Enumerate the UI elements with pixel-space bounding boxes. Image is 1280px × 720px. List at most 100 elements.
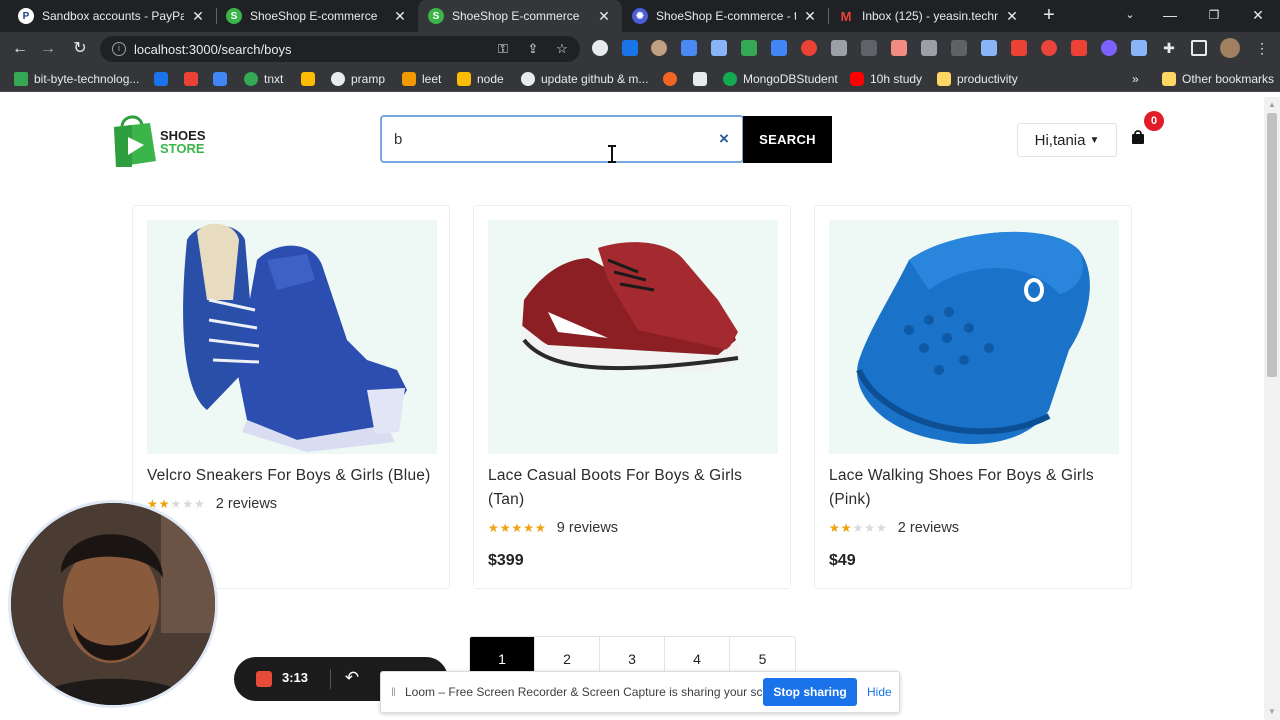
camera-extension-icon[interactable] xyxy=(921,40,937,56)
undo-icon[interactable]: ↶ xyxy=(342,667,362,689)
bookmark-item[interactable]: 10h study xyxy=(850,70,922,88)
hide-button[interactable]: Hide xyxy=(867,685,892,699)
bookmark-item[interactable] xyxy=(213,70,233,88)
profile-avatar[interactable] xyxy=(1220,38,1240,58)
drag-handle-icon[interactable]: ‖ xyxy=(391,685,396,699)
product-image[interactable] xyxy=(488,220,778,454)
product-image[interactable] xyxy=(147,220,437,454)
tab-close-icon[interactable]: ✕ xyxy=(596,8,612,25)
controls-divider xyxy=(330,669,331,689)
product-name[interactable]: Lace Casual Boots For Boys & Girls (Tan) xyxy=(488,464,780,512)
bookmark-item[interactable]: pramp xyxy=(331,70,385,88)
extension-icon[interactable] xyxy=(592,40,608,56)
product-name[interactable]: Lace Walking Shoes For Boys & Girls (Pin… xyxy=(829,464,1121,512)
extension-icon[interactable] xyxy=(1071,40,1087,56)
tab-title: Sandbox accounts - PayPal D xyxy=(42,9,184,23)
site-info-icon[interactable]: i xyxy=(112,42,126,56)
bookmark-item[interactable]: MongoDBStudent xyxy=(723,70,838,88)
bookmark-item[interactable]: tnxt xyxy=(244,70,283,88)
tab-shoeshop-active[interactable]: S ShoeShop E-commerce ✕ xyxy=(418,0,622,32)
extension-icon[interactable] xyxy=(1131,40,1147,56)
extension-icon[interactable] xyxy=(891,40,907,56)
tab-close-icon[interactable]: ✕ xyxy=(190,8,206,25)
bookmark-item[interactable]: leet xyxy=(402,70,441,88)
other-bookmarks-folder[interactable]: Other bookmarks xyxy=(1162,70,1274,88)
key-icon[interactable]: ⚿ xyxy=(494,40,512,58)
back-arrow-icon[interactable]: ← xyxy=(8,37,32,61)
bookmark-favicon-icon xyxy=(663,72,677,86)
bookmark-folder[interactable]: productivity xyxy=(937,70,1018,88)
bookmark-item[interactable] xyxy=(184,70,204,88)
tab-close-icon[interactable]: ✕ xyxy=(392,8,408,25)
bookmark-item[interactable] xyxy=(693,70,713,88)
check-icon xyxy=(331,72,345,86)
extension-icon[interactable] xyxy=(711,40,727,56)
extension-icon[interactable] xyxy=(981,40,997,56)
bookmark-label: productivity xyxy=(957,72,1018,86)
product-image[interactable] xyxy=(829,220,1119,454)
chrome-menu-icon[interactable]: ⋮ xyxy=(1254,40,1270,56)
extension-icon[interactable] xyxy=(951,40,967,56)
youtube-extension-icon[interactable] xyxy=(801,40,817,56)
bookmark-label: Other bookmarks xyxy=(1182,72,1275,86)
scrollbar-thumb[interactable] xyxy=(1267,113,1277,377)
clear-search-icon[interactable]: × xyxy=(716,129,732,149)
extension-icon[interactable] xyxy=(831,40,847,56)
link-extension-icon[interactable] xyxy=(681,40,697,56)
extension-icon[interactable] xyxy=(1101,40,1117,56)
store-logo[interactable]: SHOES STORE xyxy=(110,111,220,169)
extension-icon[interactable] xyxy=(622,40,638,56)
product-name[interactable]: Velcro Sneakers For Boys & Girls (Blue) xyxy=(147,464,439,488)
side-panel-icon[interactable] xyxy=(1191,40,1207,56)
bookmark-item[interactable]: node xyxy=(457,70,504,88)
bookmark-item[interactable] xyxy=(301,70,321,88)
webcam-bubble[interactable] xyxy=(8,500,218,708)
forward-arrow-icon[interactable]: → xyxy=(36,37,60,61)
product-rating: ★★★★★★★★★★ 2 reviews xyxy=(829,520,959,536)
bookmark-item[interactable] xyxy=(154,70,174,88)
stop-recording-button[interactable] xyxy=(256,671,272,687)
new-tab-button[interactable]: + xyxy=(1038,4,1060,26)
bookmark-favicon-icon xyxy=(457,72,471,86)
minimize-button[interactable]: — xyxy=(1150,0,1190,32)
puzzle-extensions-icon[interactable]: ✚ xyxy=(1161,40,1177,56)
product-card[interactable]: Lace Walking Shoes For Boys & Girls (Pin… xyxy=(814,205,1132,589)
extension-icon[interactable] xyxy=(741,40,757,56)
search-input[interactable] xyxy=(394,127,694,151)
tab-search-icon[interactable]: ⌄ xyxy=(1110,0,1150,32)
extension-icon[interactable] xyxy=(651,40,667,56)
reload-icon[interactable]: ↻ xyxy=(68,37,92,61)
scroll-up-icon[interactable]: ▲ xyxy=(1264,97,1280,113)
gmail-icon xyxy=(184,72,198,86)
extension-icon[interactable] xyxy=(1011,40,1027,56)
tab-shoeshop-test[interactable]: ✹ ShoeShop E-commerce - tes ✕ xyxy=(622,0,828,32)
rating-stars: ★★★★★★★★★★ xyxy=(829,521,888,535)
formula-extension-icon[interactable] xyxy=(861,40,877,56)
bookmarks-overflow-button[interactable]: » xyxy=(1132,70,1139,88)
bookmark-star-icon[interactable]: ☆ xyxy=(553,40,571,58)
shopping-bag-cart-icon[interactable] xyxy=(1130,129,1146,145)
bookmark-item[interactable]: bit-byte-technolog... xyxy=(14,70,139,88)
adblock-extension-icon[interactable] xyxy=(1041,40,1057,56)
scroll-down-icon[interactable]: ▼ xyxy=(1264,704,1280,720)
product-card[interactable]: Lace Casual Boots For Boys & Girls (Tan)… xyxy=(473,205,791,589)
tab-close-icon[interactable]: ✕ xyxy=(1004,8,1020,25)
share-icon[interactable]: ⇪ xyxy=(524,40,542,58)
tab-shoeshop-1[interactable]: S ShoeShop E-commerce ✕ xyxy=(216,0,418,32)
search-button[interactable]: SEARCH xyxy=(743,116,832,163)
tab-paypal-sandbox[interactable]: P Sandbox accounts - PayPal D ✕ xyxy=(8,0,216,32)
tab-close-icon[interactable]: ✕ xyxy=(802,8,818,25)
user-dropdown[interactable]: Hi,tania ▼ xyxy=(1017,123,1117,157)
page-scrollbar[interactable]: ▲ ▼ xyxy=(1264,97,1280,720)
bookmark-item[interactable]: update github & m... xyxy=(521,70,648,88)
logo-line-store: STORE xyxy=(160,141,205,156)
check-extension-icon[interactable] xyxy=(771,40,787,56)
stop-sharing-button[interactable]: Stop sharing xyxy=(763,678,857,706)
search-box[interactable]: × xyxy=(380,115,744,163)
bookmark-item[interactable] xyxy=(663,70,683,88)
folder-icon xyxy=(937,72,951,86)
close-window-button[interactable]: ✕ xyxy=(1238,0,1278,32)
restore-button[interactable]: ❐ xyxy=(1194,0,1234,32)
tab-gmail-inbox[interactable]: M Inbox (125) - yeasin.technext ✕ xyxy=(828,0,1030,32)
bookmark-label: MongoDBStudent xyxy=(743,72,838,86)
